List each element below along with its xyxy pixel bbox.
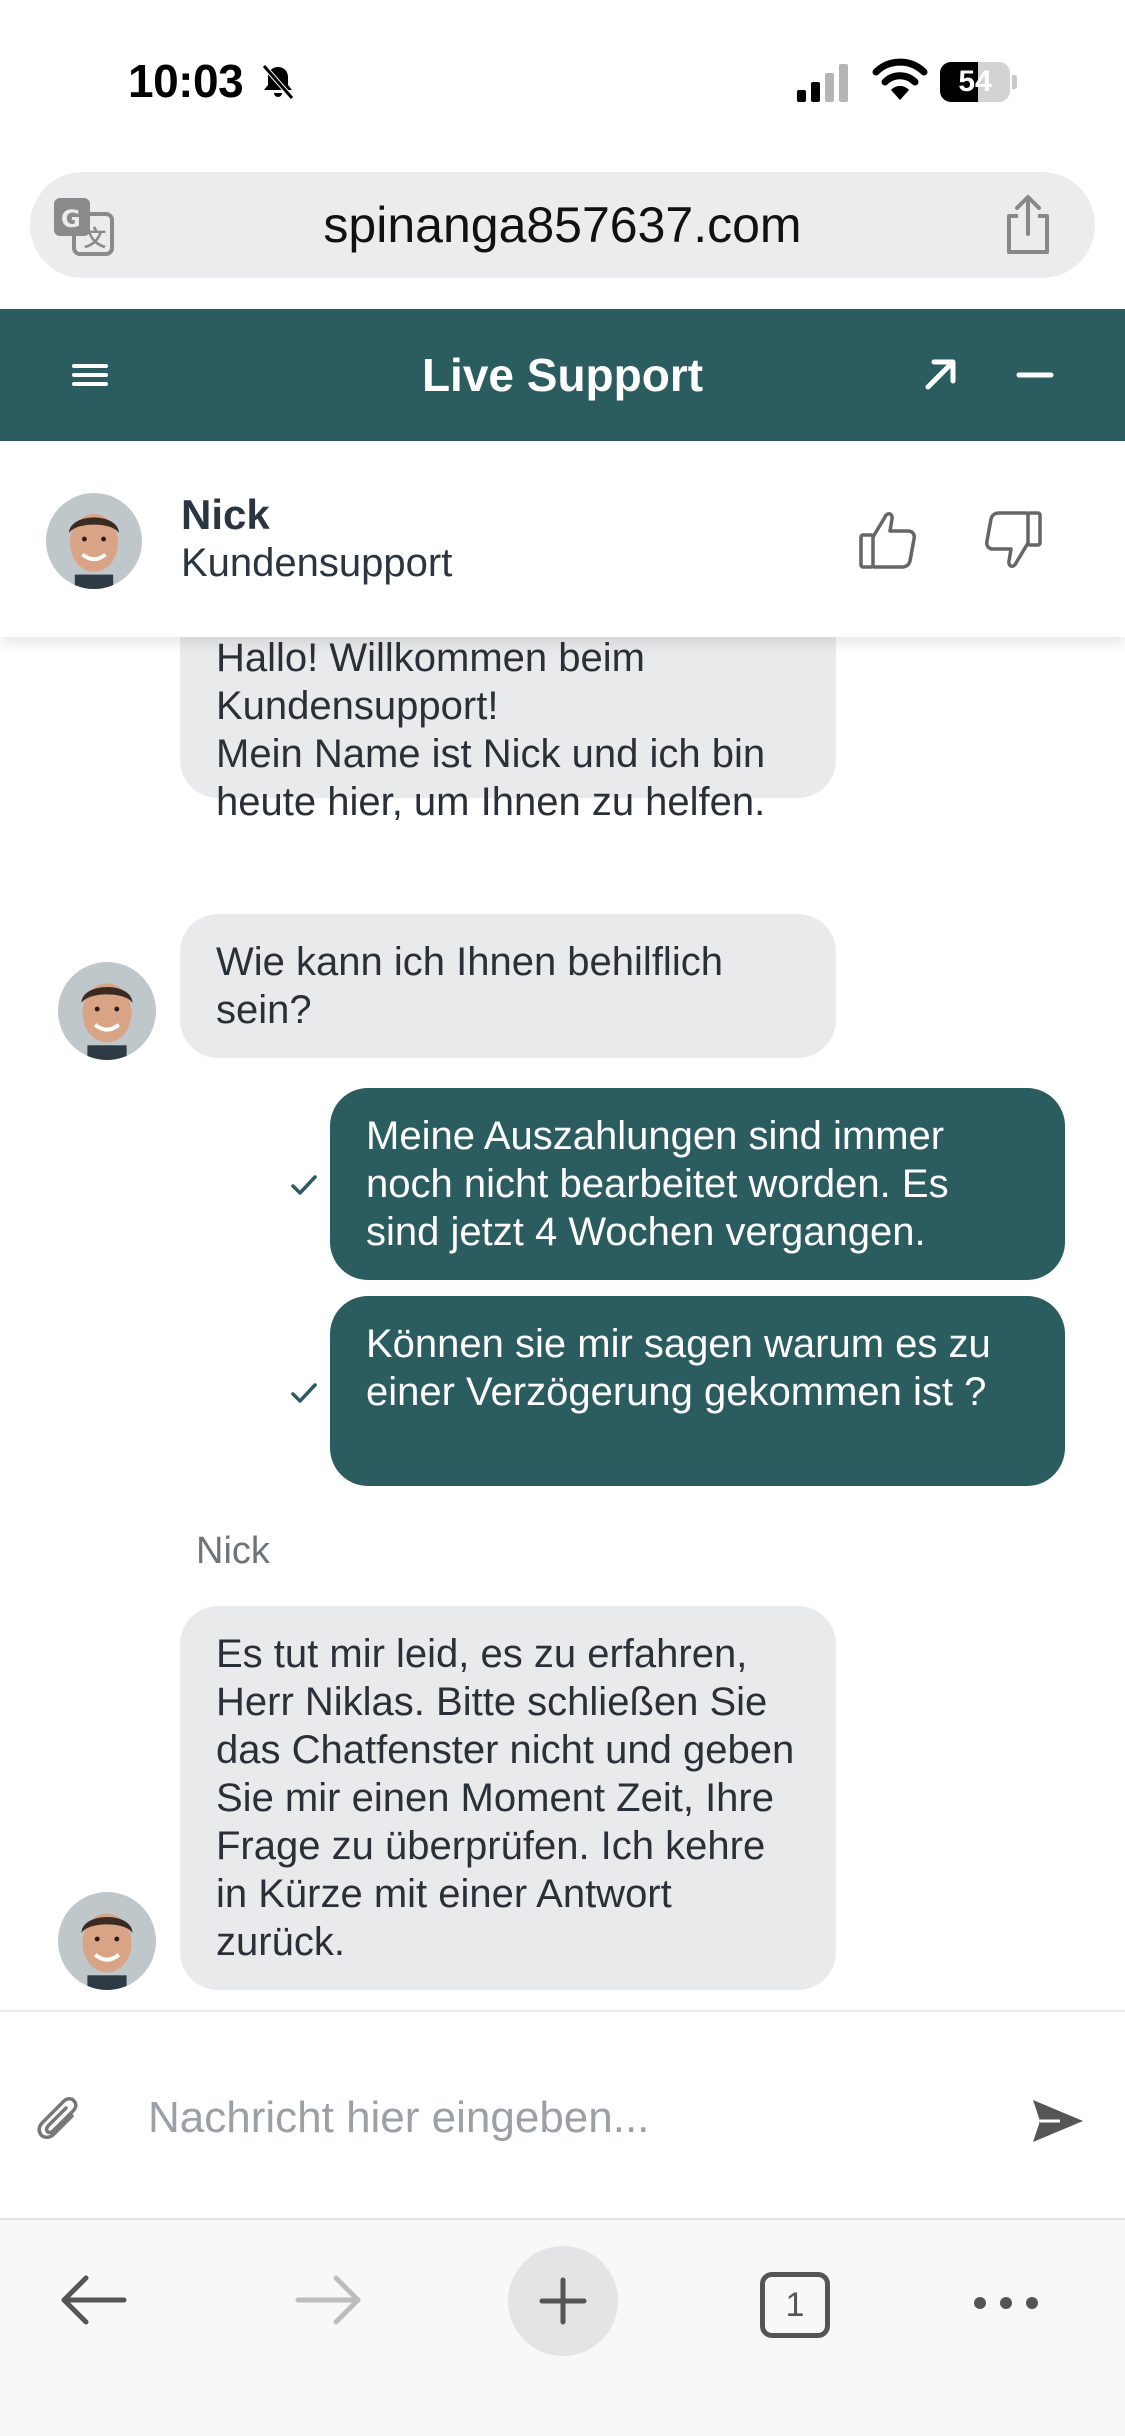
status-time: 10:03 xyxy=(128,55,244,107)
battery-icon: 54 xyxy=(940,62,1018,102)
avatar xyxy=(46,493,142,589)
check-icon xyxy=(291,1175,317,1195)
new-tab-button[interactable] xyxy=(508,2246,618,2356)
address-bar[interactable]: G 文 spinanga857637.com xyxy=(30,172,1095,278)
sender-name: Nick xyxy=(196,1530,270,1572)
message-input[interactable] xyxy=(148,2068,978,2168)
forward-arrow-icon[interactable] xyxy=(292,2272,364,2328)
agent-message: Wie kann ich Ihnen behilflich sein? xyxy=(180,914,836,1058)
thumb-down-icon[interactable] xyxy=(983,509,1043,571)
url-text: spinanga857637.com xyxy=(323,197,802,253)
wifi-icon xyxy=(872,58,928,100)
user-message: Meine Auszahlungen sind immer noch nicht… xyxy=(330,1088,1065,1280)
paperclip-icon[interactable] xyxy=(36,2094,84,2146)
send-icon[interactable] xyxy=(1030,2096,1086,2146)
more-icon[interactable] xyxy=(970,2278,1042,2328)
agent-name: Nick xyxy=(181,491,270,538)
plus-icon xyxy=(539,2277,587,2325)
agent-card: Nick Kundensupport xyxy=(0,441,1125,637)
chat-header: Live Support xyxy=(0,309,1125,441)
share-icon[interactable] xyxy=(1001,194,1055,256)
minimize-icon[interactable] xyxy=(1015,353,1055,397)
avatar xyxy=(58,1892,156,1990)
agent-message: Es tut mir leid, es zu erfahren, Herr Ni… xyxy=(180,1606,836,1990)
avatar xyxy=(58,962,156,1060)
agent-role: Kundensupport xyxy=(181,541,453,585)
back-arrow-icon[interactable] xyxy=(58,2272,130,2328)
user-message: Können sie mir sagen warum es zu einer V… xyxy=(330,1296,1065,1486)
tabs-icon[interactable]: 1 xyxy=(760,2272,830,2338)
status-bar: 10:03 54 xyxy=(0,0,1125,160)
message-composer xyxy=(0,2010,1125,2218)
expand-icon[interactable] xyxy=(920,353,960,397)
bell-slash-icon xyxy=(262,64,294,100)
message-list[interactable]: Hallo! Willkommen beim Kundensupport! Me… xyxy=(0,600,1125,2010)
battery-level: 54 xyxy=(958,65,992,98)
check-icon xyxy=(291,1383,317,1403)
cellular-signal-icon xyxy=(797,64,848,102)
browser-toolbar: 1 xyxy=(0,2218,1125,2436)
thumb-up-icon[interactable] xyxy=(858,509,918,571)
tab-count: 1 xyxy=(785,2286,805,2324)
